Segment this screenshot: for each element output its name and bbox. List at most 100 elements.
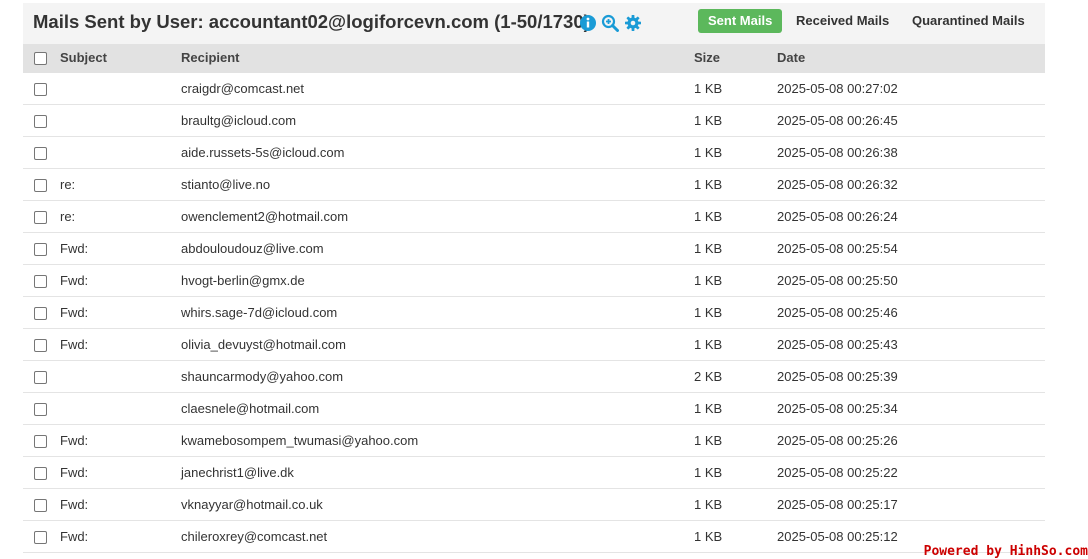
- date-cell: 2025-05-08 00:27:02: [777, 81, 898, 96]
- subject-cell: Fwd:: [60, 433, 89, 448]
- column-header-subject[interactable]: Subject: [60, 44, 107, 71]
- mail-table-body: craigdr@comcast.net 1 KB 2025-05-08 00:27:…: [23, 73, 1045, 553]
- recipient-cell: claesnele@hotmail.com: [181, 401, 320, 416]
- gear-icon[interactable]: [624, 14, 642, 32]
- table-row[interactable]: shauncarmody@yahoo.com 2 KB 2025-05-08 00:…: [23, 361, 1045, 393]
- date-cell: 2025-05-08 00:25:43: [777, 337, 898, 352]
- date-cell: 2025-05-08 00:25:54: [777, 241, 898, 256]
- subject-cell: Fwd:: [60, 465, 89, 480]
- table-row[interactable]: Fwd: hvogt-berlin@gmx.de 1 KB 2025-05-08 00…: [23, 265, 1045, 297]
- date-cell: 2025-05-08 00:25:17: [777, 497, 898, 512]
- size-cell: 1 KB: [694, 337, 723, 352]
- tab-received-mails[interactable]: Received Mails: [786, 9, 899, 33]
- recipient-cell: stianto@live.no: [181, 177, 271, 192]
- size-cell: 1 KB: [694, 401, 723, 416]
- size-cell: 1 KB: [694, 81, 723, 96]
- column-header-size[interactable]: Size: [694, 44, 720, 71]
- row-checkbox[interactable]: [34, 307, 47, 320]
- recipient-cell: janechrist1@live.dk: [181, 465, 294, 480]
- mails-panel: Mails Sent by User: accountant02@logifor…: [23, 3, 1045, 559]
- date-cell: 2025-05-08 00:25:46: [777, 305, 898, 320]
- recipient-cell: vknayyar@hotmail.co.uk: [181, 497, 323, 512]
- subject-cell: re:: [60, 177, 76, 192]
- row-checkbox[interactable]: [34, 531, 47, 544]
- size-cell: 1 KB: [694, 433, 723, 448]
- panel-header: Mails Sent by User: accountant02@logifor…: [23, 3, 1045, 44]
- date-cell: 2025-05-08 00:25:12: [777, 529, 898, 544]
- select-all-checkbox[interactable]: [34, 52, 47, 65]
- subject-cell: Fwd:: [60, 305, 89, 320]
- table-row[interactable]: craigdr@comcast.net 1 KB 2025-05-08 00:27:…: [23, 73, 1045, 105]
- row-checkbox[interactable]: [34, 339, 47, 352]
- size-cell: 1 KB: [694, 241, 723, 256]
- table-row[interactable]: Fwd: chileroxrey@comcast.net 1 KB 2025-05-0…: [23, 521, 1045, 553]
- subject-cell: Fwd:: [60, 337, 89, 352]
- table-row[interactable]: Fwd: olivia_devuyst@hotmail.com 1 KB 2025-0…: [23, 329, 1045, 361]
- row-checkbox[interactable]: [34, 147, 47, 160]
- recipient-cell: owenclement2@hotmail.com: [181, 209, 349, 224]
- page-title: Mails Sent by User: accountant02@logifor…: [33, 11, 590, 32]
- recipient-cell: chileroxrey@comcast.net: [181, 529, 328, 544]
- zoom-icon[interactable]: [601, 14, 619, 32]
- table-row[interactable]: Fwd: abdouloudouz@live.com 1 KB 2025-05-08 …: [23, 233, 1045, 265]
- subject-cell: Fwd:: [60, 529, 89, 544]
- date-cell: 2025-05-08 00:26:38: [777, 145, 898, 160]
- row-checkbox[interactable]: [34, 371, 47, 384]
- recipient-cell: shauncarmody@yahoo.com: [181, 369, 344, 384]
- table-row[interactable]: braultg@icloud.com 1 KB 2025-05-08 00:26:4…: [23, 105, 1045, 137]
- row-checkbox[interactable]: [34, 403, 47, 416]
- recipient-cell: olivia_devuyst@hotmail.com: [181, 337, 346, 352]
- row-checkbox[interactable]: [34, 211, 47, 224]
- row-checkbox[interactable]: [34, 275, 47, 288]
- tab-sent-mails[interactable]: Sent Mails: [698, 9, 783, 33]
- recipient-cell: abdouloudouz@live.com: [181, 241, 324, 256]
- table-row[interactable]: re: stianto@live.no 1 KB 2025-05-08 00:26:3…: [23, 169, 1045, 201]
- tab-quarantined-mails[interactable]: Quarantined Mails: [902, 9, 1035, 33]
- powered-by-watermark: Powered by HinhSo.com: [923, 544, 1088, 559]
- row-checkbox[interactable]: [34, 83, 47, 96]
- subject-cell: re:: [60, 209, 76, 224]
- recipient-cell: kwamebosompem_twumasi@yahoo.com: [181, 433, 419, 448]
- subject-cell: Fwd:: [60, 497, 89, 512]
- subject-cell: Fwd:: [60, 241, 89, 256]
- row-checkbox[interactable]: [34, 115, 47, 128]
- recipient-cell: hvogt-berlin@gmx.de: [181, 273, 305, 288]
- table-row[interactable]: Fwd: whirs.sage-7d@icloud.com 1 KB 2025-05-…: [23, 297, 1045, 329]
- size-cell: 1 KB: [694, 145, 723, 160]
- table-row[interactable]: Fwd: janechrist1@live.dk 1 KB 2025-05-08 00…: [23, 457, 1045, 489]
- date-cell: 2025-05-08 00:26:45: [777, 113, 898, 128]
- table-row[interactable]: claesnele@hotmail.com 1 KB 2025-05-08 00:2…: [23, 393, 1045, 425]
- date-cell: 2025-05-08 00:25:50: [777, 273, 898, 288]
- size-cell: 1 KB: [694, 209, 723, 224]
- subject-cell: Fwd:: [60, 273, 89, 288]
- size-cell: 1 KB: [694, 465, 723, 480]
- row-checkbox[interactable]: [34, 499, 47, 512]
- size-cell: 1 KB: [694, 273, 723, 288]
- date-cell: 2025-05-08 00:26:32: [777, 177, 898, 192]
- row-checkbox[interactable]: [34, 179, 47, 192]
- recipient-cell: braultg@icloud.com: [181, 113, 297, 128]
- row-checkbox[interactable]: [34, 435, 47, 448]
- size-cell: 2 KB: [694, 369, 723, 384]
- size-cell: 1 KB: [694, 113, 723, 128]
- row-checkbox[interactable]: [34, 467, 47, 480]
- recipient-cell: whirs.sage-7d@icloud.com: [181, 305, 338, 320]
- column-header-date[interactable]: Date: [777, 44, 805, 71]
- table-row[interactable]: Fwd: vknayyar@hotmail.co.uk 1 KB 2025-05-08…: [23, 489, 1045, 521]
- size-cell: 1 KB: [694, 529, 723, 544]
- date-cell: 2025-05-08 00:25:22: [777, 465, 898, 480]
- info-icon[interactable]: [579, 14, 597, 32]
- date-cell: 2025-05-08 00:25:26: [777, 433, 898, 448]
- recipient-cell: aide.russets-5s@icloud.com: [181, 145, 345, 160]
- date-cell: 2025-05-08 00:26:24: [777, 209, 898, 224]
- date-cell: 2025-05-08 00:25:39: [777, 369, 898, 384]
- date-cell: 2025-05-08 00:25:34: [777, 401, 898, 416]
- table-header: Subject Recipient Size Date: [23, 44, 1045, 73]
- recipient-cell: craigdr@comcast.net: [181, 81, 305, 96]
- table-row[interactable]: re: owenclement2@hotmail.com 1 KB 2025-05-0…: [23, 201, 1045, 233]
- column-header-recipient[interactable]: Recipient: [181, 44, 240, 71]
- row-checkbox[interactable]: [34, 243, 47, 256]
- size-cell: 1 KB: [694, 497, 723, 512]
- table-row[interactable]: Fwd: kwamebosompem_twumasi@yahoo.com 1 KB 2…: [23, 425, 1045, 457]
- table-row[interactable]: aide.russets-5s@icloud.com 1 KB 2025-05-08…: [23, 137, 1045, 169]
